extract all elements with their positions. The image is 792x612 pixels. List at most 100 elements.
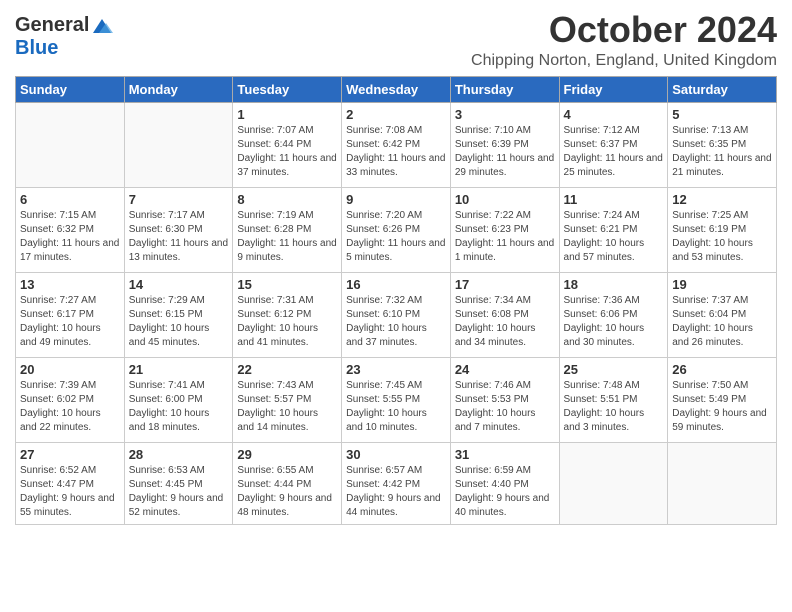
calendar-cell bbox=[16, 102, 125, 187]
day-info: Sunrise: 6:52 AM Sunset: 4:47 PM Dayligh… bbox=[20, 464, 120, 520]
header-row: SundayMondayTuesdayWednesdayThursdayFrid… bbox=[16, 76, 777, 102]
calendar-cell: 11 Sunrise: 7:24 AM Sunset: 6:21 PM Dayli… bbox=[559, 187, 668, 272]
calendar-cell: 8 Sunrise: 7:19 AM Sunset: 6:28 PM Daylig… bbox=[233, 187, 342, 272]
calendar-cell: 27 Sunrise: 6:52 AM Sunset: 4:47 PM Dayli… bbox=[16, 442, 125, 524]
calendar-cell: 9Sunrise: 7:20 AM Sunset: 6:26 PM Daylig… bbox=[342, 187, 451, 272]
day-header-tuesday: Tuesday bbox=[233, 76, 342, 102]
day-info: Sunrise: 7:17 AM Sunset: 6:30 PM Dayligh… bbox=[129, 209, 229, 265]
day-number: 27 bbox=[20, 447, 120, 462]
day-info: Sunrise: 7:25 AM Sunset: 6:19 PM Dayligh… bbox=[672, 209, 772, 265]
day-number: 17 bbox=[455, 277, 555, 292]
calendar-cell: 20Sunrise: 7:39 AM Sunset: 6:02 PM Dayli… bbox=[16, 357, 125, 442]
day-info: Sunrise: 7:19 AM Sunset: 6:28 PM Dayligh… bbox=[237, 209, 337, 265]
day-number: 4 bbox=[564, 107, 664, 122]
day-info: Sunrise: 7:39 AM Sunset: 6:02 PM Dayligh… bbox=[20, 379, 120, 435]
calendar-cell: 21 Sunrise: 7:41 AM Sunset: 6:00 PM Dayli… bbox=[124, 357, 233, 442]
logo-blue-text: Blue bbox=[15, 37, 58, 59]
day-info: Sunrise: 7:10 AM Sunset: 6:39 PM Dayligh… bbox=[455, 124, 555, 180]
day-number: 1 bbox=[237, 107, 337, 122]
calendar-cell: 15 Sunrise: 7:31 AM Sunset: 6:12 PM Dayli… bbox=[233, 272, 342, 357]
day-info: Sunrise: 6:55 AM Sunset: 4:44 PM Dayligh… bbox=[237, 464, 337, 520]
day-info: Sunrise: 7:50 AM Sunset: 5:49 PM Dayligh… bbox=[672, 379, 772, 435]
day-number: 10 bbox=[455, 192, 555, 207]
day-number: 3 bbox=[455, 107, 555, 122]
day-number: 18 bbox=[564, 277, 664, 292]
day-header-friday: Friday bbox=[559, 76, 668, 102]
day-info: Sunrise: 7:34 AM Sunset: 6:08 PM Dayligh… bbox=[455, 294, 555, 350]
day-number: 28 bbox=[129, 447, 229, 462]
day-info: Sunrise: 7:08 AM Sunset: 6:42 PM Dayligh… bbox=[346, 124, 446, 180]
day-header-saturday: Saturday bbox=[668, 76, 777, 102]
calendar-cell: 25 Sunrise: 7:48 AM Sunset: 5:51 PM Dayli… bbox=[559, 357, 668, 442]
day-number: 21 bbox=[129, 362, 229, 377]
day-number: 15 bbox=[237, 277, 337, 292]
day-number: 24 bbox=[455, 362, 555, 377]
calendar-cell bbox=[124, 102, 233, 187]
calendar-cell: 31 Sunrise: 6:59 AM Sunset: 4:40 PM Dayli… bbox=[450, 442, 559, 524]
day-number: 26 bbox=[672, 362, 772, 377]
calendar-cell: 5 Sunrise: 7:13 AM Sunset: 6:35 PM Daylig… bbox=[668, 102, 777, 187]
day-number: 31 bbox=[455, 447, 555, 462]
day-number: 25 bbox=[564, 362, 664, 377]
header: General Blue October 2024 Chipping Norto… bbox=[15, 10, 777, 70]
logo: General Blue bbox=[15, 14, 113, 60]
day-header-thursday: Thursday bbox=[450, 76, 559, 102]
calendar-cell: 30 Sunrise: 6:57 AM Sunset: 4:42 PM Dayli… bbox=[342, 442, 451, 524]
day-info: Sunrise: 7:48 AM Sunset: 5:51 PM Dayligh… bbox=[564, 379, 664, 435]
week-row-5: 27 Sunrise: 6:52 AM Sunset: 4:47 PM Dayli… bbox=[16, 442, 777, 524]
day-info: Sunrise: 6:53 AM Sunset: 4:45 PM Dayligh… bbox=[129, 464, 229, 520]
calendar-cell: 14 Sunrise: 7:29 AM Sunset: 6:15 PM Dayli… bbox=[124, 272, 233, 357]
calendar-cell: 18 Sunrise: 7:36 AM Sunset: 6:06 PM Dayli… bbox=[559, 272, 668, 357]
day-info: Sunrise: 7:41 AM Sunset: 6:00 PM Dayligh… bbox=[129, 379, 229, 435]
calendar-cell: 16Sunrise: 7:32 AM Sunset: 6:10 PM Dayli… bbox=[342, 272, 451, 357]
calendar-cell: 10Sunrise: 7:22 AM Sunset: 6:23 PM Dayli… bbox=[450, 187, 559, 272]
day-info: Sunrise: 6:57 AM Sunset: 4:42 PM Dayligh… bbox=[346, 464, 446, 520]
day-number: 19 bbox=[672, 277, 772, 292]
day-header-monday: Monday bbox=[124, 76, 233, 102]
day-info: Sunrise: 7:24 AM Sunset: 6:21 PM Dayligh… bbox=[564, 209, 664, 265]
week-row-3: 13 Sunrise: 7:27 AM Sunset: 6:17 PM Dayli… bbox=[16, 272, 777, 357]
day-info: Sunrise: 7:20 AM Sunset: 6:26 PM Dayligh… bbox=[346, 209, 446, 265]
day-number: 5 bbox=[672, 107, 772, 122]
calendar-cell: 19Sunrise: 7:37 AM Sunset: 6:04 PM Dayli… bbox=[668, 272, 777, 357]
day-header-wednesday: Wednesday bbox=[342, 76, 451, 102]
day-info: Sunrise: 7:32 AM Sunset: 6:10 PM Dayligh… bbox=[346, 294, 446, 350]
day-number: 30 bbox=[346, 447, 446, 462]
calendar-cell: 4Sunrise: 7:12 AM Sunset: 6:37 PM Daylig… bbox=[559, 102, 668, 187]
calendar-cell: 6Sunrise: 7:15 AM Sunset: 6:32 PM Daylig… bbox=[16, 187, 125, 272]
calendar-cell: 29 Sunrise: 6:55 AM Sunset: 4:44 PM Dayli… bbox=[233, 442, 342, 524]
day-info: Sunrise: 7:15 AM Sunset: 6:32 PM Dayligh… bbox=[20, 209, 120, 265]
calendar-cell: 26 Sunrise: 7:50 AM Sunset: 5:49 PM Dayli… bbox=[668, 357, 777, 442]
day-info: Sunrise: 6:59 AM Sunset: 4:40 PM Dayligh… bbox=[455, 464, 555, 520]
logo-general-text: General bbox=[15, 14, 89, 37]
day-number: 23 bbox=[346, 362, 446, 377]
day-number: 2 bbox=[346, 107, 446, 122]
week-row-2: 6Sunrise: 7:15 AM Sunset: 6:32 PM Daylig… bbox=[16, 187, 777, 272]
day-number: 29 bbox=[237, 447, 337, 462]
day-number: 13 bbox=[20, 277, 120, 292]
week-row-1: 1 Sunrise: 7:07 AM Sunset: 6:44 PM Daylig… bbox=[16, 102, 777, 187]
day-info: Sunrise: 7:27 AM Sunset: 6:17 PM Dayligh… bbox=[20, 294, 120, 350]
day-info: Sunrise: 7:07 AM Sunset: 6:44 PM Dayligh… bbox=[237, 124, 337, 180]
day-info: Sunrise: 7:36 AM Sunset: 6:06 PM Dayligh… bbox=[564, 294, 664, 350]
calendar-cell: 17 Sunrise: 7:34 AM Sunset: 6:08 PM Dayli… bbox=[450, 272, 559, 357]
calendar-cell: 1 Sunrise: 7:07 AM Sunset: 6:44 PM Daylig… bbox=[233, 102, 342, 187]
day-info: Sunrise: 7:31 AM Sunset: 6:12 PM Dayligh… bbox=[237, 294, 337, 350]
day-info: Sunrise: 7:29 AM Sunset: 6:15 PM Dayligh… bbox=[129, 294, 229, 350]
month-title: October 2024 bbox=[471, 10, 777, 50]
day-info: Sunrise: 7:45 AM Sunset: 5:55 PM Dayligh… bbox=[346, 379, 446, 435]
day-number: 7 bbox=[129, 192, 229, 207]
day-number: 22 bbox=[237, 362, 337, 377]
day-info: Sunrise: 7:13 AM Sunset: 6:35 PM Dayligh… bbox=[672, 124, 772, 180]
day-number: 11 bbox=[564, 192, 664, 207]
calendar-table: SundayMondayTuesdayWednesdayThursdayFrid… bbox=[15, 76, 777, 525]
calendar-cell bbox=[559, 442, 668, 524]
day-number: 14 bbox=[129, 277, 229, 292]
day-info: Sunrise: 7:43 AM Sunset: 5:57 PM Dayligh… bbox=[237, 379, 337, 435]
calendar-cell: 2 Sunrise: 7:08 AM Sunset: 6:42 PM Daylig… bbox=[342, 102, 451, 187]
day-number: 8 bbox=[237, 192, 337, 207]
main-container: General Blue October 2024 Chipping Norto… bbox=[0, 0, 792, 540]
subtitle: Chipping Norton, England, United Kingdom bbox=[471, 52, 777, 70]
calendar-cell bbox=[668, 442, 777, 524]
calendar-cell: 7 Sunrise: 7:17 AM Sunset: 6:30 PM Daylig… bbox=[124, 187, 233, 272]
